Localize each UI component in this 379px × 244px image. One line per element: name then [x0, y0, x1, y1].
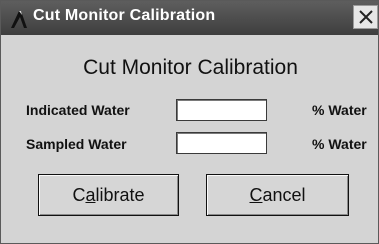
close-icon	[359, 10, 373, 24]
window-title: Cut Monitor Calibration	[33, 7, 216, 24]
cancel-label-post: ancel	[262, 185, 306, 205]
calibrate-button[interactable]: Calibrate	[38, 174, 179, 216]
sampled-water-input[interactable]	[176, 132, 267, 154]
cancel-button[interactable]: Cancel	[206, 174, 349, 216]
indicated-water-unit: % Water	[312, 102, 367, 118]
title-bar[interactable]: Cut Monitor Calibration	[1, 1, 378, 35]
indicated-water-label: Indicated Water	[26, 102, 130, 118]
calibration-dialog: Cut Monitor Calibration Cut Monitor Cali…	[0, 0, 379, 244]
antenna-icon	[11, 11, 27, 28]
calibrate-label-post: librate	[95, 185, 145, 205]
dialog-heading: Cut Monitor Calibration	[83, 56, 298, 79]
calibrate-label-accel: a	[85, 185, 96, 205]
close-button[interactable]	[353, 5, 378, 29]
sampled-water-unit: % Water	[312, 136, 367, 152]
indicated-water-input[interactable]	[176, 99, 267, 121]
calibrate-label-pre: C	[72, 185, 86, 205]
cancel-label-accel: C	[249, 185, 263, 205]
sampled-water-label: Sampled Water	[26, 136, 127, 152]
